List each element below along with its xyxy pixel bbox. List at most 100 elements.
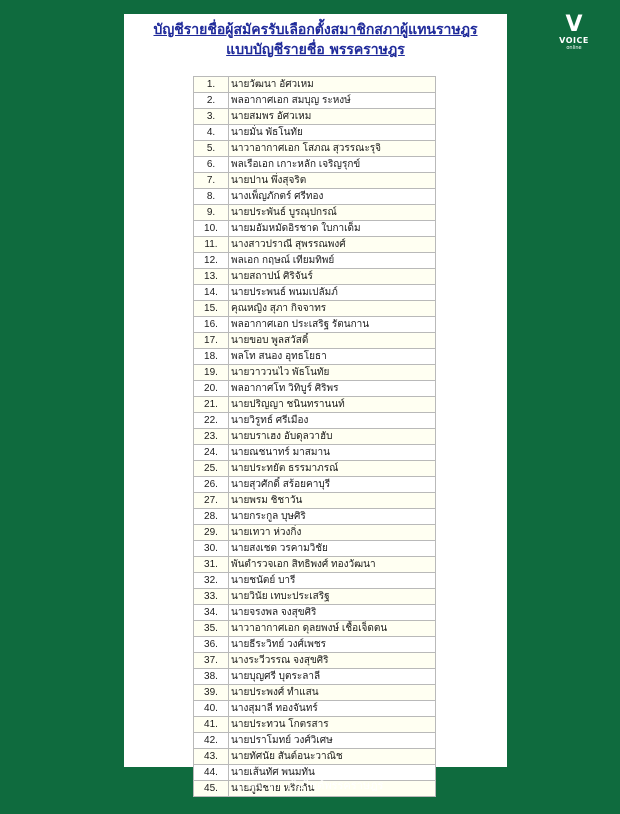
table-row: 2. พลอากาศเอก สมบุญ ระหงษ์ xyxy=(193,92,436,109)
table-row: 15. คุณหญิง สุภา กิจจาทร xyxy=(193,300,436,317)
title-line-1: บัญชีรายชื่อผู้สมัครรับเลือกตั้งสมาชิกสภ… xyxy=(153,22,478,38)
candidate-number: 25. xyxy=(193,460,229,477)
candidate-number: 39. xyxy=(193,684,229,701)
candidate-name: นายประพงศ์ ทำแสน xyxy=(228,684,436,701)
candidate-name: นางระวีวรรณ จงสุขศิริ xyxy=(228,652,436,669)
candidate-name: นายปราโมทย์ วงศ์วิเศษ xyxy=(228,732,436,749)
table-row: 42. นายปราโมทย์ วงศ์วิเศษ xyxy=(193,732,436,749)
title-line-2: แบบบัญชีรายชื่อ พรรคราษฎร xyxy=(226,42,405,58)
candidate-table: 1. นายวัฒนา อัศวเหม 2. พลอากาศเอก สมบุญ ระห… xyxy=(193,76,436,797)
candidate-number: 19. xyxy=(193,364,229,381)
candidate-name: นายวิรูทธ์ ศรีเมือง xyxy=(228,412,436,429)
candidate-number: 4. xyxy=(193,124,229,141)
table-row: 12. พลเอก กฤษณ์ เทียมทิพย์ xyxy=(193,252,436,269)
candidate-name: นายบุญศรี บุตระลาลี xyxy=(228,668,436,685)
table-row: 29. นายเทวา ห่วงกิ่ง xyxy=(193,524,436,541)
candidate-number: 31. xyxy=(193,556,229,573)
candidate-name: นางสุมาลี ทองจันทร์ xyxy=(228,700,436,717)
candidate-name: นางเพ็ญภักตร์ ศรีทอง xyxy=(228,188,436,205)
candidate-number: 42. xyxy=(193,732,229,749)
table-row: 20. พลอากาศโท วิทิบูร์ ศิริพร xyxy=(193,380,436,397)
table-row: 39. นายประพงศ์ ทำแสน xyxy=(193,684,436,701)
image-credit-caption: ภาพจาก : เว็บไซต์พรรคราษฎร xyxy=(236,779,384,792)
candidate-name: นายมั่น พัธโนทัย xyxy=(228,124,436,141)
table-row: 6. พลเรือเอก เกาะหลัก เจริญรุกข์ xyxy=(193,156,436,173)
candidate-number: 15. xyxy=(193,300,229,317)
candidate-number: 33. xyxy=(193,588,229,605)
candidate-number: 10. xyxy=(193,220,229,237)
candidate-number: 30. xyxy=(193,540,229,557)
logo-text: VOICE xyxy=(559,36,589,45)
candidate-number: 1. xyxy=(193,76,229,93)
table-row: 23. นายบราเฮง อับดุลวาฮับ xyxy=(193,428,436,445)
candidate-number: 6. xyxy=(193,156,229,173)
table-row: 4. นายมั่น พัธโนทัย xyxy=(193,124,436,141)
candidate-name: นายเทวา ห่วงกิ่ง xyxy=(228,524,436,541)
table-row: 9. นายประพันธ์ บูรณุปกรณ์ xyxy=(193,204,436,221)
candidate-name: พันตำรวจเอก สิทธิพงศ์ ทองวัฒนา xyxy=(228,556,436,573)
table-row: 7. นายปาน พึ่งสุจริต xyxy=(193,172,436,189)
table-row: 16. พลอากาศเอก ประเสริฐ รัตนกาน xyxy=(193,316,436,333)
candidate-number: 5. xyxy=(193,140,229,157)
table-row: 31. พันตำรวจเอก สิทธิพงศ์ ทองวัฒนา xyxy=(193,556,436,573)
candidate-name: นายวัฒนา อัศวเหม xyxy=(228,76,436,93)
candidate-name: นาวาอากาศเอก โสภณ สุวรรณะรุจิ xyxy=(228,140,436,157)
candidate-name: พลโท สนอง อุทธโยธา xyxy=(228,348,436,365)
candidate-name: พลอากาศเอก ประเสริฐ รัตนกาน xyxy=(228,316,436,333)
candidate-number: 18. xyxy=(193,348,229,365)
table-row: 27. นายพรม ชิชาวัน xyxy=(193,492,436,509)
candidate-name: นายกระกูล บุษศิริ xyxy=(228,508,436,525)
table-row: 38. นายบุญศรี บุตระลาลี xyxy=(193,668,436,685)
table-row: 41. นายประทวน โกตรสาร xyxy=(193,716,436,733)
candidate-number: 9. xyxy=(193,204,229,221)
candidate-name: พลเรือเอก เกาะหลัก เจริญรุกข์ xyxy=(228,156,436,173)
table-row: 8. นางเพ็ญภักตร์ ศรีทอง xyxy=(193,188,436,205)
table-row: 17. นายขอบ พูลสวัสดิ์ xyxy=(193,332,436,349)
candidate-name: นายสมพร อัศวเหม xyxy=(228,108,436,125)
candidate-name: นายพรม ชิชาวัน xyxy=(228,492,436,509)
table-row: 32. นายชนัตย์ บารี xyxy=(193,572,436,589)
table-row: 1. นายวัฒนา อัศวเหม xyxy=(193,76,436,93)
candidate-name: นายประพันธ์ บูรณุปกรณ์ xyxy=(228,204,436,221)
candidate-list-card: บัญชีรายชื่อผู้สมัครรับเลือกตั้งสมาชิกสภ… xyxy=(124,14,507,797)
candidate-number: 8. xyxy=(193,188,229,205)
candidate-number: 36. xyxy=(193,636,229,653)
candidate-number: 3. xyxy=(193,108,229,125)
candidate-number: 11. xyxy=(193,236,229,253)
candidate-name: คุณหญิง สุภา กิจจาทร xyxy=(228,300,436,317)
table-row: 10. นายมอัมหมัดอิรชาด ใบกาเด็ม xyxy=(193,220,436,237)
table-row: 24. นายณชนาทร์ มาสมาน xyxy=(193,444,436,461)
candidate-name: นางสาวปราณี สุพรรณพงศ์ xyxy=(228,236,436,253)
candidate-number: 27. xyxy=(193,492,229,509)
candidate-number: 22. xyxy=(193,412,229,429)
candidate-name: พลอากาศโท วิทิบูร์ ศิริพร xyxy=(228,380,436,397)
candidate-name: นายสุวศักดิ์ สร้อยคาบุรี xyxy=(228,476,436,493)
candidate-number: 40. xyxy=(193,700,229,717)
logo-subtext: online xyxy=(566,45,582,51)
candidate-name: นายสงเชด วรคามวิชัย xyxy=(228,540,436,557)
candidate-name: นายวาววนไว พัธโนทัย xyxy=(228,364,436,381)
table-row: 33. นายวินัย เทบะประเสริฐ xyxy=(193,588,436,605)
candidate-number: 7. xyxy=(193,172,229,189)
table-row: 18. พลโท สนอง อุทธโยธา xyxy=(193,348,436,365)
table-row: 26. นายสุวศักดิ์ สร้อยคาบุรี xyxy=(193,476,436,493)
candidate-number: 2. xyxy=(193,92,229,109)
table-row: 35. นาวาอากาศเอก ดุลยพงษ์ เชื้อเจ็ดตน xyxy=(193,620,436,637)
candidate-number: 16. xyxy=(193,316,229,333)
page-title: บัญชีรายชื่อผู้สมัครรับเลือกตั้งสมาชิกสภ… xyxy=(124,20,507,60)
table-row: 40. นางสุมาลี ทองจันทร์ xyxy=(193,700,436,717)
table-row: 30. นายสงเชด วรคามวิชัย xyxy=(193,540,436,557)
candidate-number: 13. xyxy=(193,268,229,285)
candidate-name: นายบราเฮง อับดุลวาฮับ xyxy=(228,428,436,445)
candidate-name: นายมอัมหมัดอิรชาด ใบกาเด็ม xyxy=(228,220,436,237)
table-row: 3. นายสมพร อัศวเหม xyxy=(193,108,436,125)
candidate-number: 41. xyxy=(193,716,229,733)
table-row: 36. นายธีระวิทย์ วงศ์เพชร xyxy=(193,636,436,653)
candidate-number: 26. xyxy=(193,476,229,493)
table-row: 5. นาวาอากาศเอก โสภณ สุวรรณะรุจิ xyxy=(193,140,436,157)
candidate-name: นายปริญญา ชนินทรานนท์ xyxy=(228,396,436,413)
candidate-name: นายขอบ พูลสวัสดิ์ xyxy=(228,332,436,349)
candidate-number: 12. xyxy=(193,252,229,269)
table-row: 19. นายวาววนไว พัธโนทัย xyxy=(193,364,436,381)
candidate-name: นายธีระวิทย์ วงศ์เพชร xyxy=(228,636,436,653)
